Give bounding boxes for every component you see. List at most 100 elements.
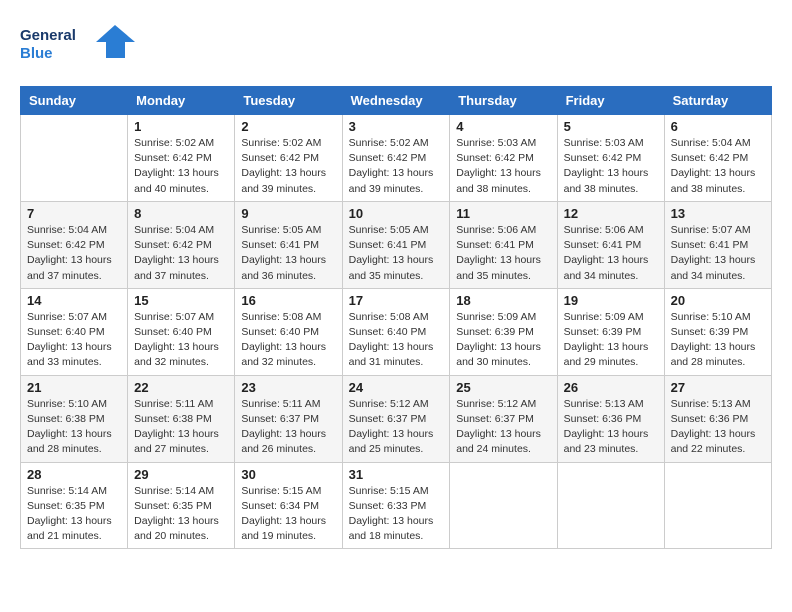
day-of-week-header: Friday	[557, 87, 664, 115]
day-info: Sunrise: 5:08 AMSunset: 6:40 PMDaylight:…	[241, 310, 335, 371]
day-info: Sunrise: 5:15 AMSunset: 6:34 PMDaylight:…	[241, 484, 335, 545]
day-info: Sunrise: 5:11 AMSunset: 6:37 PMDaylight:…	[241, 397, 335, 458]
calendar-cell	[450, 462, 557, 549]
calendar-header-row: SundayMondayTuesdayWednesdayThursdayFrid…	[21, 87, 772, 115]
day-info: Sunrise: 5:04 AMSunset: 6:42 PMDaylight:…	[671, 136, 765, 197]
day-info: Sunrise: 5:04 AMSunset: 6:42 PMDaylight:…	[27, 223, 121, 284]
calendar-week-row: 14 Sunrise: 5:07 AMSunset: 6:40 PMDayligh…	[21, 288, 772, 375]
calendar-cell: 12 Sunrise: 5:06 AMSunset: 6:41 PMDayligh…	[557, 201, 664, 288]
calendar-table: SundayMondayTuesdayWednesdayThursdayFrid…	[20, 86, 772, 549]
day-info: Sunrise: 5:12 AMSunset: 6:37 PMDaylight:…	[456, 397, 550, 458]
day-info: Sunrise: 5:13 AMSunset: 6:36 PMDaylight:…	[564, 397, 658, 458]
calendar-cell	[557, 462, 664, 549]
day-number: 10	[349, 206, 444, 221]
day-info: Sunrise: 5:08 AMSunset: 6:40 PMDaylight:…	[349, 310, 444, 371]
calendar-cell: 4 Sunrise: 5:03 AMSunset: 6:42 PMDaylight…	[450, 115, 557, 202]
day-number: 8	[134, 206, 228, 221]
day-number: 5	[564, 119, 658, 134]
day-of-week-header: Sunday	[21, 87, 128, 115]
calendar-week-row: 1 Sunrise: 5:02 AMSunset: 6:42 PMDaylight…	[21, 115, 772, 202]
day-info: Sunrise: 5:04 AMSunset: 6:42 PMDaylight:…	[134, 223, 228, 284]
calendar-week-row: 7 Sunrise: 5:04 AMSunset: 6:42 PMDaylight…	[21, 201, 772, 288]
calendar-cell: 3 Sunrise: 5:02 AMSunset: 6:42 PMDaylight…	[342, 115, 450, 202]
day-info: Sunrise: 5:14 AMSunset: 6:35 PMDaylight:…	[134, 484, 228, 545]
calendar-cell: 22Sunrise: 5:11 AMSunset: 6:38 PMDayligh…	[128, 375, 235, 462]
day-info: Sunrise: 5:02 AMSunset: 6:42 PMDaylight:…	[241, 136, 335, 197]
calendar-cell	[21, 115, 128, 202]
calendar-cell: 23Sunrise: 5:11 AMSunset: 6:37 PMDayligh…	[235, 375, 342, 462]
calendar-cell: 6 Sunrise: 5:04 AMSunset: 6:42 PMDaylight…	[664, 115, 771, 202]
day-number: 22	[134, 380, 228, 395]
day-number: 3	[349, 119, 444, 134]
day-number: 25	[456, 380, 550, 395]
day-info: Sunrise: 5:03 AMSunset: 6:42 PMDaylight:…	[564, 136, 658, 197]
day-number: 16	[241, 293, 335, 308]
day-number: 30	[241, 467, 335, 482]
day-number: 31	[349, 467, 444, 482]
day-info: Sunrise: 5:07 AMSunset: 6:40 PMDaylight:…	[27, 310, 121, 371]
day-number: 7	[27, 206, 121, 221]
calendar-cell: 11Sunrise: 5:06 AMSunset: 6:41 PMDayligh…	[450, 201, 557, 288]
day-of-week-header: Monday	[128, 87, 235, 115]
calendar-cell: 30 Sunrise: 5:15 AMSunset: 6:34 PMDayligh…	[235, 462, 342, 549]
day-number: 24	[349, 380, 444, 395]
calendar-cell: 15Sunrise: 5:07 AMSunset: 6:40 PMDayligh…	[128, 288, 235, 375]
page-header: General Blue	[20, 20, 772, 70]
logo-svg: General Blue	[20, 20, 140, 70]
calendar-cell: 2Sunrise: 5:02 AMSunset: 6:42 PMDaylight…	[235, 115, 342, 202]
calendar-cell: 21Sunrise: 5:10 AMSunset: 6:38 PMDayligh…	[21, 375, 128, 462]
day-info: Sunrise: 5:07 AMSunset: 6:41 PMDaylight:…	[671, 223, 765, 284]
day-number: 17	[349, 293, 444, 308]
day-number: 4	[456, 119, 550, 134]
day-number: 26	[564, 380, 658, 395]
calendar-cell: 16 Sunrise: 5:08 AMSunset: 6:40 PMDayligh…	[235, 288, 342, 375]
day-info: Sunrise: 5:13 AMSunset: 6:36 PMDaylight:…	[671, 397, 765, 458]
calendar-cell: 13 Sunrise: 5:07 AMSunset: 6:41 PMDayligh…	[664, 201, 771, 288]
logo: General Blue	[20, 20, 140, 70]
day-info: Sunrise: 5:03 AMSunset: 6:42 PMDaylight:…	[456, 136, 550, 197]
day-info: Sunrise: 5:10 AMSunset: 6:38 PMDaylight:…	[27, 397, 121, 458]
day-number: 19	[564, 293, 658, 308]
day-number: 6	[671, 119, 765, 134]
day-number: 9	[241, 206, 335, 221]
calendar-cell	[664, 462, 771, 549]
day-info: Sunrise: 5:02 AMSunset: 6:42 PMDaylight:…	[134, 136, 228, 197]
day-of-week-header: Wednesday	[342, 87, 450, 115]
day-number: 13	[671, 206, 765, 221]
calendar-cell: 27Sunrise: 5:13 AMSunset: 6:36 PMDayligh…	[664, 375, 771, 462]
day-of-week-header: Saturday	[664, 87, 771, 115]
day-number: 18	[456, 293, 550, 308]
day-info: Sunrise: 5:06 AMSunset: 6:41 PMDaylight:…	[564, 223, 658, 284]
day-info: Sunrise: 5:09 AMSunset: 6:39 PMDaylight:…	[564, 310, 658, 371]
calendar-cell: 17 Sunrise: 5:08 AMSunset: 6:40 PMDayligh…	[342, 288, 450, 375]
calendar-cell: 19 Sunrise: 5:09 AMSunset: 6:39 PMDayligh…	[557, 288, 664, 375]
day-info: Sunrise: 5:05 AMSunset: 6:41 PMDaylight:…	[241, 223, 335, 284]
calendar-cell: 1 Sunrise: 5:02 AMSunset: 6:42 PMDaylight…	[128, 115, 235, 202]
svg-text:General: General	[20, 27, 76, 44]
calendar-cell: 28 Sunrise: 5:14 AMSunset: 6:35 PMDayligh…	[21, 462, 128, 549]
calendar-cell: 10 Sunrise: 5:05 AMSunset: 6:41 PMDayligh…	[342, 201, 450, 288]
calendar-cell: 14 Sunrise: 5:07 AMSunset: 6:40 PMDayligh…	[21, 288, 128, 375]
day-of-week-header: Tuesday	[235, 87, 342, 115]
day-info: Sunrise: 5:15 AMSunset: 6:33 PMDaylight:…	[349, 484, 444, 545]
day-number: 28	[27, 467, 121, 482]
day-number: 20	[671, 293, 765, 308]
day-info: Sunrise: 5:10 AMSunset: 6:39 PMDaylight:…	[671, 310, 765, 371]
calendar-body: 1 Sunrise: 5:02 AMSunset: 6:42 PMDaylight…	[21, 115, 772, 549]
day-info: Sunrise: 5:05 AMSunset: 6:41 PMDaylight:…	[349, 223, 444, 284]
day-number: 1	[134, 119, 228, 134]
day-number: 14	[27, 293, 121, 308]
calendar-cell: 26 Sunrise: 5:13 AMSunset: 6:36 PMDayligh…	[557, 375, 664, 462]
day-info: Sunrise: 5:02 AMSunset: 6:42 PMDaylight:…	[349, 136, 444, 197]
calendar-cell: 20 Sunrise: 5:10 AMSunset: 6:39 PMDayligh…	[664, 288, 771, 375]
svg-text:Blue: Blue	[20, 45, 53, 62]
day-info: Sunrise: 5:14 AMSunset: 6:35 PMDaylight:…	[27, 484, 121, 545]
calendar-week-row: 21Sunrise: 5:10 AMSunset: 6:38 PMDayligh…	[21, 375, 772, 462]
day-info: Sunrise: 5:12 AMSunset: 6:37 PMDaylight:…	[349, 397, 444, 458]
day-number: 11	[456, 206, 550, 221]
calendar-cell: 25 Sunrise: 5:12 AMSunset: 6:37 PMDayligh…	[450, 375, 557, 462]
calendar-cell: 5 Sunrise: 5:03 AMSunset: 6:42 PMDaylight…	[557, 115, 664, 202]
day-number: 15	[134, 293, 228, 308]
day-number: 12	[564, 206, 658, 221]
calendar-cell: 8 Sunrise: 5:04 AMSunset: 6:42 PMDaylight…	[128, 201, 235, 288]
